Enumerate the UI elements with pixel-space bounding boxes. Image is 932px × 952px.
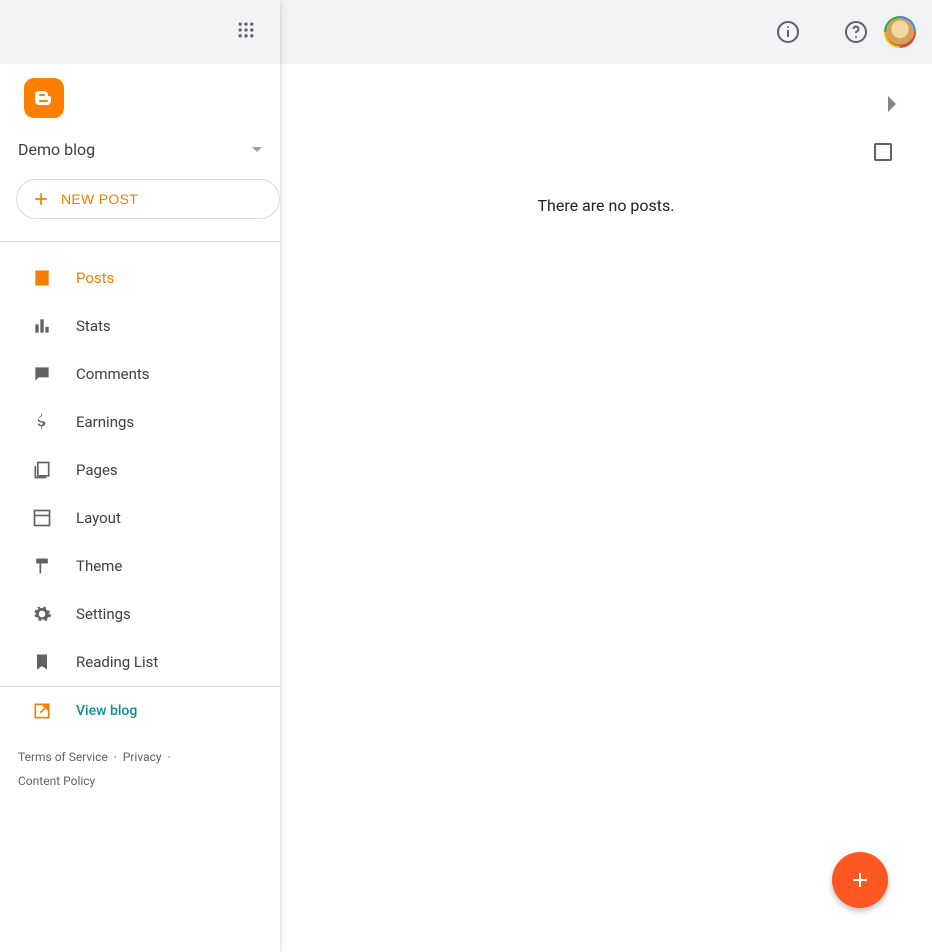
apps-icon[interactable] bbox=[236, 20, 260, 44]
nav-label: Stats bbox=[76, 317, 111, 335]
earnings-icon bbox=[32, 412, 52, 432]
new-post-button[interactable]: NEW POST bbox=[16, 179, 280, 219]
nav-label: Settings bbox=[76, 605, 131, 623]
blog-name: Demo blog bbox=[18, 140, 95, 159]
divider bbox=[0, 241, 280, 242]
select-row bbox=[280, 128, 932, 176]
footer-links: Terms of Service · Privacy · Content Pol… bbox=[0, 735, 280, 803]
nav-label: Reading List bbox=[76, 653, 158, 671]
nav-label: Layout bbox=[76, 509, 121, 527]
nav-item-pages[interactable]: Pages bbox=[0, 446, 280, 494]
search-box[interactable]: ts bbox=[246, 8, 808, 56]
info-icon[interactable] bbox=[776, 20, 800, 44]
nav-label: Pages bbox=[76, 461, 118, 479]
new-post-label: NEW POST bbox=[61, 191, 138, 207]
stats-icon bbox=[32, 316, 52, 336]
fab-new-post[interactable] bbox=[832, 852, 888, 908]
terms-link[interactable]: Terms of Service bbox=[18, 750, 108, 764]
open-external-icon bbox=[32, 701, 52, 721]
nav-label: Posts bbox=[76, 269, 114, 287]
nav-list: Posts Stats Comments Earnings Pages bbox=[0, 254, 280, 686]
content-policy-link[interactable]: Content Policy bbox=[18, 774, 95, 788]
nav-item-comments[interactable]: Comments bbox=[0, 350, 280, 398]
reading-list-icon bbox=[32, 652, 52, 672]
nav-item-earnings[interactable]: Earnings bbox=[0, 398, 280, 446]
sidebar-top bbox=[0, 0, 280, 64]
comments-icon bbox=[32, 364, 52, 384]
theme-icon bbox=[32, 556, 52, 576]
nav-label: Comments bbox=[76, 365, 150, 383]
chevron-down-icon bbox=[252, 147, 262, 152]
empty-message: There are no posts. bbox=[280, 196, 932, 215]
logo-wrap bbox=[0, 64, 280, 130]
avatar-image bbox=[886, 18, 914, 46]
nav-item-theme[interactable]: Theme bbox=[0, 542, 280, 590]
nav-item-layout[interactable]: Layout bbox=[0, 494, 280, 542]
layout-icon bbox=[32, 508, 52, 528]
blogger-logo[interactable] bbox=[24, 78, 64, 118]
blog-selector[interactable]: Demo blog bbox=[0, 130, 280, 173]
search-hint: ts bbox=[254, 23, 776, 42]
settings-icon bbox=[32, 604, 52, 624]
plus-icon bbox=[848, 868, 872, 892]
pages-icon bbox=[32, 460, 52, 480]
avatar[interactable] bbox=[884, 16, 916, 48]
nav-label: Theme bbox=[76, 557, 122, 575]
nav-label: Earnings bbox=[76, 413, 134, 431]
posts-icon bbox=[32, 268, 52, 288]
privacy-link[interactable]: Privacy bbox=[123, 750, 162, 764]
toolbar-row bbox=[280, 64, 932, 128]
nav-item-reading-list[interactable]: Reading List bbox=[0, 638, 280, 686]
plus-icon bbox=[31, 189, 51, 209]
nav-item-stats[interactable]: Stats bbox=[0, 302, 280, 350]
nav-item-posts[interactable]: Posts bbox=[0, 254, 280, 302]
view-blog-link[interactable]: View blog bbox=[0, 687, 280, 735]
view-blog-label: View blog bbox=[76, 703, 137, 719]
sidebar: Demo blog NEW POST Posts Stats Comments bbox=[0, 0, 280, 952]
select-all-checkbox[interactable] bbox=[874, 143, 892, 161]
nav-item-settings[interactable]: Settings bbox=[0, 590, 280, 638]
help-icon[interactable] bbox=[844, 20, 868, 44]
